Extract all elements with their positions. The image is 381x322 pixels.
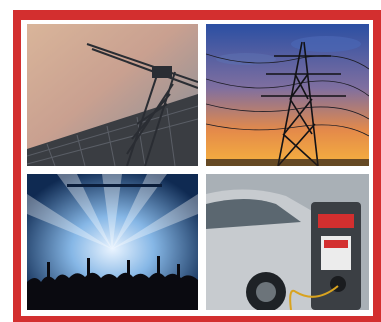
power-pylon-sunset-photo — [206, 24, 369, 166]
ev-charging-station-photo — [206, 174, 369, 310]
concert-crowd-photo — [27, 174, 198, 310]
photo-grid — [21, 20, 373, 316]
red-frame — [13, 10, 381, 322]
construction-crane-photo — [27, 24, 198, 166]
